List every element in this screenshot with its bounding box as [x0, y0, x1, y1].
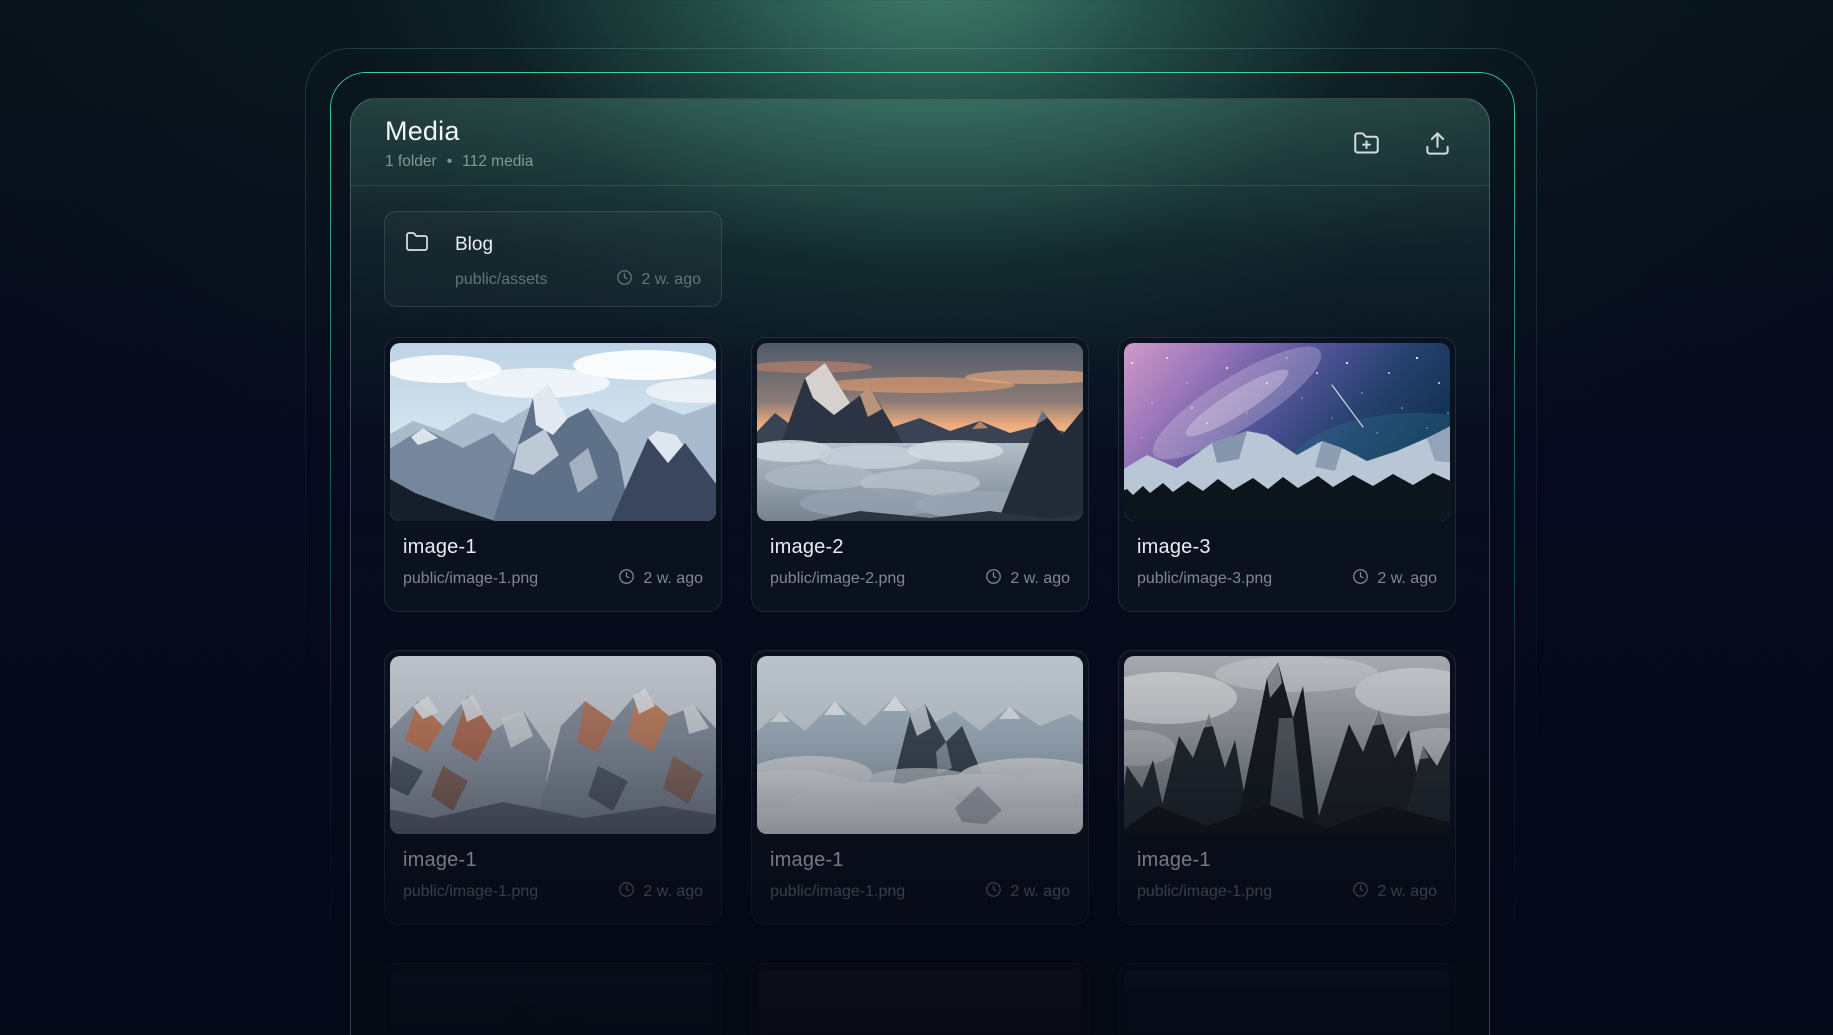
card-title: image-1: [403, 536, 477, 558]
clock-icon: [1352, 881, 1369, 903]
media-card-partial[interactable]: [384, 963, 722, 1035]
media-card[interactable]: image-1 public/image-1.png 2 w. ago: [751, 650, 1089, 925]
card-path: public/image-2.png: [770, 570, 906, 587]
media-card[interactable]: image-1 public/image-1.png 2 w. ago: [384, 337, 722, 612]
clock-icon: [985, 881, 1002, 903]
clock-icon: [618, 881, 635, 903]
folder-plus-icon: [1353, 132, 1380, 160]
folder-card-blog[interactable]: Blog public/assets 2 w. ago: [384, 211, 722, 307]
new-folder-button[interactable]: [1351, 128, 1382, 159]
folder-name: Blog: [455, 233, 494, 255]
card-title: image-1: [770, 849, 844, 871]
header-actions: [1351, 116, 1455, 159]
folder-list: Blog public/assets 2 w. ago: [384, 211, 1456, 307]
media-stats: 1 folder • 112 media: [385, 153, 533, 171]
folder-icon: [405, 230, 429, 259]
folder-count: 1 folder: [385, 153, 437, 170]
upload-button[interactable]: [1422, 128, 1453, 159]
panel-header: Media 1 folder • 112 media: [351, 99, 1489, 186]
media-panel: Media 1 folder • 112 media Blog public/a…: [350, 98, 1490, 1035]
card-path: public/image-1.png: [403, 883, 539, 900]
card-path: public/image-1.png: [1137, 883, 1273, 900]
clock-icon: [616, 269, 633, 291]
media-card-partial[interactable]: [751, 963, 1089, 1035]
thumbnail-rocky-peak-in-fog: [757, 656, 1083, 834]
card-time: 2 w. ago: [1010, 883, 1070, 900]
thumbnail-dark-jagged-peaks: [1124, 656, 1450, 834]
media-count: 112 media: [462, 153, 534, 170]
card-time: 2 w. ago: [643, 883, 703, 900]
page-title: Media: [385, 116, 460, 146]
folder-path: public/assets: [455, 271, 548, 288]
clock-icon: [985, 568, 1002, 590]
card-path: public/image-1.png: [770, 883, 906, 900]
media-grid: image-1 public/image-1.png 2 w. ago imag…: [384, 337, 1456, 1035]
clock-icon: [618, 568, 635, 590]
thumbnail-faded-red-sky: [757, 969, 1083, 1035]
media-card[interactable]: image-3 public/image-3.png 2 w. ago: [1118, 337, 1456, 612]
thumbnail-snowy-mountain-range: [390, 343, 716, 521]
card-time: 2 w. ago: [1010, 570, 1070, 587]
card-title: image-1: [403, 849, 477, 871]
dot-separator: •: [446, 153, 453, 170]
card-time: 2 w. ago: [1377, 570, 1437, 587]
upload-icon: [1424, 132, 1451, 160]
card-time: 2 w. ago: [643, 570, 703, 587]
media-card[interactable]: image-1 public/image-1.png 2 w. ago: [1118, 650, 1456, 925]
thumbnail-faded-mountain: [390, 969, 716, 1035]
media-card[interactable]: image-1 public/image-1.png 2 w. ago: [384, 650, 722, 925]
card-time: 2 w. ago: [1377, 883, 1437, 900]
media-card[interactable]: image-2 public/image-2.png 2 w. ago: [751, 337, 1089, 612]
clock-icon: [1352, 568, 1369, 590]
thumbnail-faded-dark: [1124, 969, 1450, 1035]
card-path: public/image-1.png: [403, 570, 539, 587]
panel-content: Blog public/assets 2 w. ago image-1 publ…: [351, 186, 1489, 1035]
card-title: image-2: [770, 536, 844, 558]
thumbnail-alpenglow-snowy-ridge: [390, 656, 716, 834]
header-text: Media 1 folder • 112 media: [385, 116, 533, 171]
thumbnail-sunset-above-cloud-sea: [757, 343, 1083, 521]
media-card-partial[interactable]: [1118, 963, 1456, 1035]
thumbnail-milky-way-over-mountains: [1124, 343, 1450, 521]
card-title: image-3: [1137, 536, 1211, 558]
card-title: image-1: [1137, 849, 1211, 871]
folder-time: 2 w. ago: [641, 271, 701, 288]
card-path: public/image-3.png: [1137, 570, 1273, 587]
